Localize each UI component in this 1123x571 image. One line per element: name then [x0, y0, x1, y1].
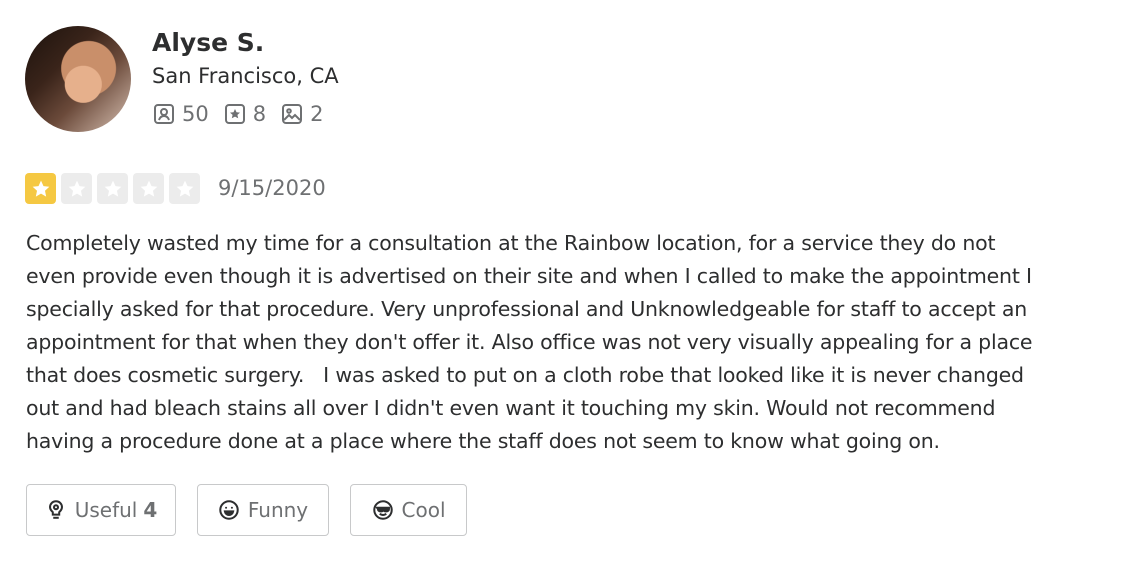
rating-star [25, 173, 56, 204]
smile-icon [219, 500, 239, 520]
friends-stat: 50 [152, 102, 209, 126]
star-icon [104, 180, 121, 197]
star-review-icon [224, 104, 245, 124]
lightbulb-icon [48, 500, 63, 519]
review-text: Completely wasted my time for a consulta… [26, 231, 1033, 453]
rating-star [133, 173, 164, 204]
reviews-stat: 8 [223, 102, 266, 126]
rating-star [97, 173, 128, 204]
funny-label: Funny [247, 498, 309, 522]
cool-button[interactable]: Cool [350, 484, 467, 536]
reaction-buttons: Useful 4 Funny Cool [26, 484, 488, 536]
review-date: 9/15/2020 [218, 176, 326, 200]
photo-icon [282, 104, 303, 124]
cool-label: Cool [401, 498, 446, 522]
photos-stat: 2 [280, 102, 323, 126]
sunglasses-icon [372, 500, 393, 520]
rating-star [61, 173, 92, 204]
star-icon [32, 180, 49, 197]
photos-count: 2 [310, 102, 324, 126]
reviewer-stats: 50 8 2 [152, 102, 337, 126]
star-icon [176, 180, 193, 197]
rating-star [169, 173, 200, 204]
useful-label: Useful [74, 498, 138, 522]
useful-count: 4 [143, 498, 158, 522]
useful-button[interactable]: Useful 4 [26, 484, 176, 536]
star-icon [68, 180, 85, 197]
friends-icon [154, 104, 174, 124]
reviewer-avatar[interactable] [25, 26, 131, 132]
funny-button[interactable]: Funny [197, 484, 329, 536]
star-rating [25, 173, 205, 204]
reviewer-name[interactable]: Alyse S. [152, 28, 264, 57]
reviews-count: 8 [252, 102, 267, 126]
friends-count: 50 [182, 102, 209, 126]
reviewer-location: San Francisco, CA [152, 64, 339, 88]
star-icon [140, 180, 157, 197]
